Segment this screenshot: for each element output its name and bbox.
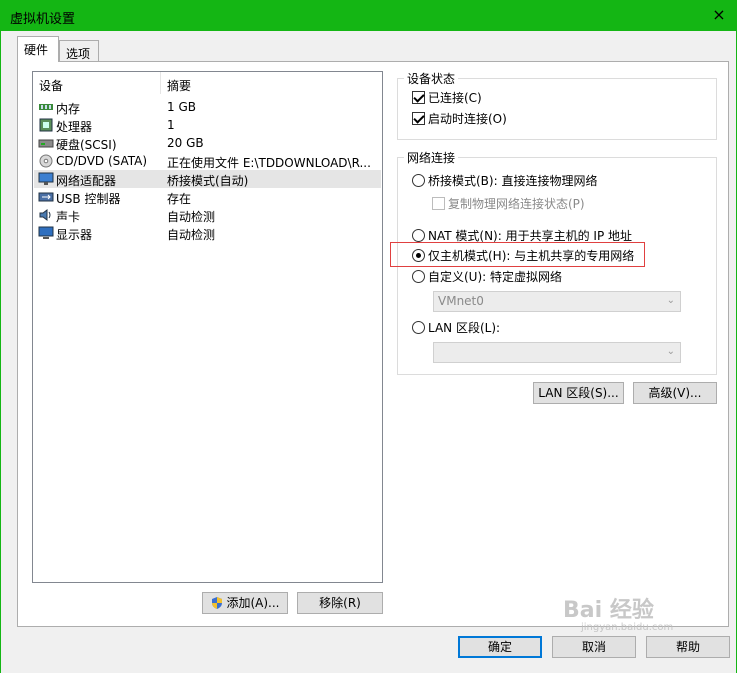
device-name: 网络适配器	[56, 174, 117, 188]
device-row-display[interactable]: 显示器 自动检测	[34, 224, 381, 242]
watermark-text: Bai 经验	[563, 598, 654, 623]
device-summary: 1 GB	[167, 100, 196, 114]
device-summary: 存在	[167, 192, 192, 206]
add-button-label: 添加(A)...	[226, 596, 280, 610]
tab-hardware[interactable]: 硬件	[17, 36, 59, 62]
device-row-cd-dvd[interactable]: CD/DVD (SATA) 正在使用文件 E:\TDDOWNLOAD\R...	[34, 152, 381, 170]
device-name: CD/DVD (SATA)	[56, 154, 148, 168]
close-icon[interactable]: ×	[709, 5, 729, 25]
chevron-down-icon: ⌄	[666, 346, 675, 357]
device-row-memory[interactable]: 内存 1 GB	[34, 98, 381, 116]
connected-check-icon	[412, 91, 425, 104]
memory-icon	[38, 100, 54, 114]
network-adapter-icon	[38, 172, 54, 186]
window-body: 硬件 选项 设备 摘要 内存 1 GB 处理器 1 硬盘(SCSI) 20 GB…	[0, 31, 737, 673]
custom-network-select[interactable]: VMnet0 ⌄	[433, 291, 681, 312]
usb-icon	[38, 190, 54, 204]
connected-label: 已连接(C)	[428, 91, 482, 105]
hard-disk-icon	[38, 136, 54, 150]
device-status-group: 设备状态 已连接(C) 启动时连接(O)	[397, 70, 717, 140]
device-row-network-adapter[interactable]: 网络适配器 桥接模式(自动)	[34, 170, 381, 188]
lan-segment-radio[interactable]: LAN 区段(L):	[412, 319, 500, 336]
replicate-state-label: 复制物理网络连接状态(P)	[448, 197, 585, 211]
device-name: 处理器	[56, 120, 93, 134]
device-row-sound-card[interactable]: 声卡 自动检测	[34, 206, 381, 224]
device-summary: 自动检测	[167, 228, 216, 242]
connect-at-power-on-check-icon	[412, 112, 425, 125]
watermark-url: jingyan.baidu.com	[581, 622, 674, 633]
cd-dvd-icon	[38, 154, 54, 168]
device-summary: 桥接模式(自动)	[167, 174, 249, 188]
nat-label: NAT 模式(N): 用于共享主机的 IP 地址	[428, 229, 633, 243]
device-name: 显示器	[56, 228, 93, 242]
sound-card-icon	[38, 208, 54, 222]
lan-segment-radio-icon	[412, 321, 425, 334]
bridged-radio-icon	[412, 174, 425, 187]
custom-network-value: VMnet0	[438, 294, 484, 308]
lan-segment-select[interactable]: ⌄	[433, 342, 681, 363]
nat-radio-icon	[412, 229, 425, 242]
column-summary[interactable]: 摘要	[167, 77, 191, 94]
shield-icon	[210, 596, 224, 616]
device-name: 硬盘(SCSI)	[56, 138, 117, 152]
add-button[interactable]: 添加(A)...	[202, 592, 288, 614]
device-summary: 正在使用文件 E:\TDDOWNLOAD\R...	[167, 156, 371, 170]
device-name: USB 控制器	[56, 192, 121, 206]
tab-options[interactable]: 选项	[59, 40, 99, 62]
hardware-panel: 设备 摘要 内存 1 GB 处理器 1 硬盘(SCSI) 20 GB CD/DV…	[17, 61, 729, 627]
display-icon	[38, 226, 54, 240]
window-title: 虚拟机设置	[10, 12, 76, 27]
replicate-state-check-icon	[432, 197, 445, 210]
custom-radio-icon	[412, 270, 425, 283]
device-name: 内存	[56, 102, 81, 116]
processor-icon	[38, 118, 54, 132]
device-list-header: 设备 摘要	[33, 72, 382, 94]
device-list[interactable]: 设备 摘要 内存 1 GB 处理器 1 硬盘(SCSI) 20 GB CD/DV…	[32, 71, 383, 583]
device-summary: 自动检测	[167, 210, 216, 224]
custom-radio[interactable]: 自定义(U): 特定虚拟网络	[412, 268, 562, 285]
highlight-annotation	[390, 242, 645, 267]
column-device[interactable]: 设备	[39, 77, 63, 94]
watermark-logo: Bai 经验 jingyan.baidu.com	[563, 592, 733, 642]
device-row-usb[interactable]: USB 控制器 存在	[34, 188, 381, 206]
advanced-button[interactable]: 高级(V)...	[633, 382, 717, 404]
device-row-processor[interactable]: 处理器 1	[34, 116, 381, 134]
replicate-state-checkbox[interactable]: 复制物理网络连接状态(P)	[432, 195, 585, 212]
device-status-title: 设备状态	[404, 70, 459, 87]
network-connection-title: 网络连接	[404, 149, 459, 166]
device-summary: 1	[167, 118, 175, 132]
title-bar: 虚拟机设置 ×	[0, 0, 737, 31]
lan-segments-button[interactable]: LAN 区段(S)...	[533, 382, 624, 404]
device-name: 声卡	[56, 210, 81, 224]
device-row-hard-disk[interactable]: 硬盘(SCSI) 20 GB	[34, 134, 381, 152]
bridged-radio[interactable]: 桥接模式(B): 直接连接物理网络	[412, 172, 597, 189]
connect-at-power-on-label: 启动时连接(O)	[428, 112, 507, 126]
remove-button[interactable]: 移除(R)	[297, 592, 383, 614]
bridged-label: 桥接模式(B): 直接连接物理网络	[428, 174, 598, 188]
connect-at-power-on-checkbox[interactable]: 启动时连接(O)	[412, 110, 507, 127]
ok-button[interactable]: 确定	[458, 636, 542, 658]
device-summary: 20 GB	[167, 136, 204, 150]
connected-checkbox[interactable]: 已连接(C)	[412, 89, 482, 106]
custom-label: 自定义(U): 特定虚拟网络	[428, 270, 563, 284]
chevron-down-icon: ⌄	[666, 295, 675, 306]
column-separator[interactable]	[160, 72, 161, 94]
lan-segment-label: LAN 区段(L):	[428, 321, 501, 335]
